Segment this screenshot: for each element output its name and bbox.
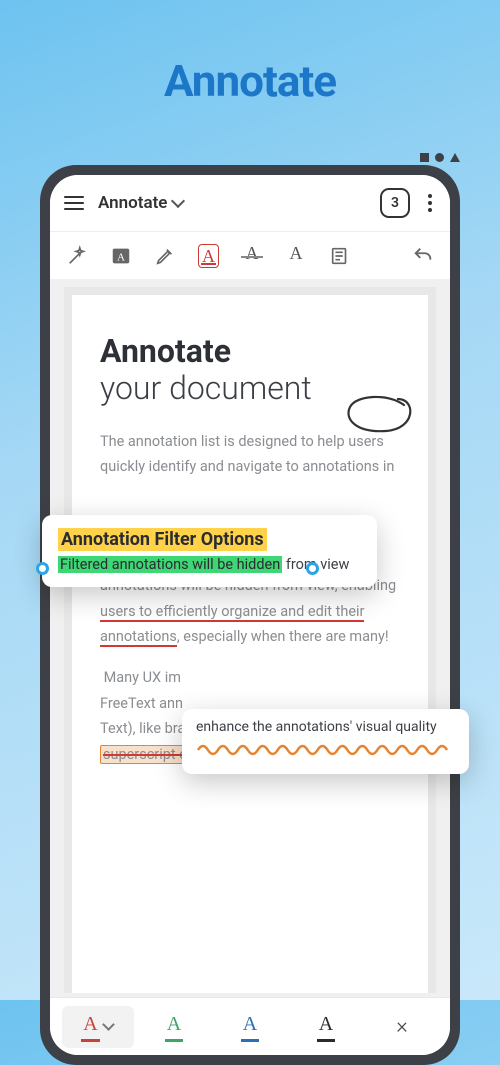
- undo-icon[interactable]: [412, 245, 434, 267]
- highlight-annotation[interactable]: Filtered annotations will be hidden: [58, 556, 282, 573]
- selection-handle[interactable]: [36, 562, 49, 575]
- underline-annotation[interactable]: users to efficiently organize and edit t…: [100, 603, 364, 622]
- promo-title: Annotate: [0, 0, 500, 107]
- freetext-tool-icon[interactable]: A: [110, 245, 132, 267]
- style-bar: A A A A ×: [50, 997, 450, 1055]
- color-blue-option[interactable]: A: [214, 1006, 286, 1048]
- highlighter-tool-icon[interactable]: [154, 245, 176, 267]
- phone-frame: Annotate 3 A A A A: [40, 165, 460, 1065]
- underline-annotation[interactable]: annotations: [100, 628, 177, 647]
- document-page: Annotate your document The annotation li…: [72, 295, 428, 993]
- freehand-circle-annotation[interactable]: [338, 391, 418, 437]
- wand-tool-icon[interactable]: [66, 245, 88, 267]
- annotation-toolbar: A A A A: [50, 231, 450, 279]
- highlight-annotation[interactable]: Annotation Filter Options: [58, 528, 267, 551]
- color-black-option[interactable]: A: [290, 1006, 362, 1048]
- underline-tool-icon[interactable]: A: [198, 244, 219, 268]
- chevron-down-icon: [171, 194, 185, 208]
- selection-handle[interactable]: [306, 562, 319, 575]
- document-viewport[interactable]: Annotate your document The annotation li…: [64, 287, 436, 993]
- chevron-down-icon: [102, 1018, 115, 1031]
- phone-screen: Annotate 3 A A A A: [50, 175, 450, 1055]
- texthighlight-tool-icon[interactable]: A: [285, 243, 307, 269]
- mode-label: Annotate: [98, 193, 167, 213]
- strikethrough-tool-icon[interactable]: A: [241, 243, 263, 269]
- close-stylebar-button[interactable]: ×: [366, 1006, 438, 1048]
- app-header: Annotate 3: [50, 175, 450, 231]
- color-red-option[interactable]: A: [62, 1006, 134, 1048]
- note-tool-icon[interactable]: [329, 245, 351, 267]
- color-green-option[interactable]: A: [138, 1006, 210, 1048]
- more-icon[interactable]: [424, 194, 436, 212]
- page-count-badge[interactable]: 3: [380, 188, 410, 218]
- mode-dropdown[interactable]: Annotate: [98, 193, 183, 213]
- filter-options-callout: Annotation Filter Options Filtered annot…: [42, 515, 377, 587]
- device-indicators: [420, 153, 460, 162]
- menu-icon[interactable]: [64, 196, 84, 210]
- svg-text:A: A: [117, 251, 125, 263]
- squiggly-callout: enhance the annotations' visual quality: [182, 709, 469, 774]
- squiggly-annotation[interactable]: [196, 741, 455, 760]
